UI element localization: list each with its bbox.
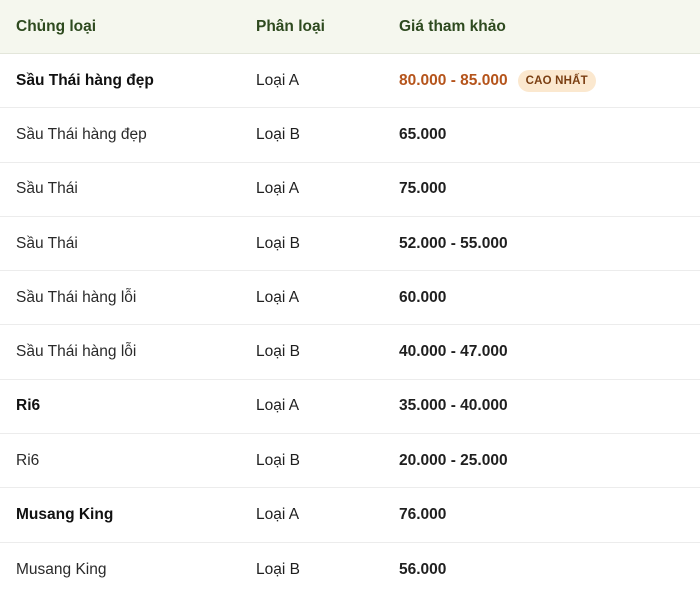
table-row: Sầu Thái hàng đẹp Loại B 65.000 (0, 108, 700, 163)
row-name: Sầu Thái hàng lỗi (16, 288, 137, 306)
header-type: Chủng loại (16, 17, 97, 35)
row-class: Loại A (256, 506, 300, 524)
table-row: Sầu Thái Loại A 75.000 (0, 163, 700, 217)
row-class: Loại A (256, 180, 300, 198)
header-price: Giá tham khảo (399, 17, 506, 35)
row-name: Ri6 (16, 451, 40, 469)
row-class: Loại B (256, 451, 300, 469)
row-price: 56.000 (399, 560, 447, 578)
table-row: Sầu Thái hàng đẹp Loại A 80.000 - 85.000… (0, 54, 700, 109)
row-name: Ri6 (16, 397, 41, 415)
header-class: Phân loại (256, 17, 325, 35)
row-price-cell: 80.000 - 85.000 CAO NHẤT (383, 54, 700, 107)
row-name: Musang King (16, 506, 114, 524)
row-class: Loại B (256, 560, 300, 578)
row-class: Loại A (256, 397, 300, 415)
price-table: Chủng loại Phân loại Giá tham khảo Sầu T… (0, 0, 700, 597)
table-row: Ri6 Loại A 35.000 - 40.000 (0, 380, 700, 435)
row-price: 40.000 - 47.000 (399, 343, 508, 361)
row-price: 75.000 (399, 180, 447, 198)
row-name: Musang King (16, 560, 107, 578)
table-row: Sầu Thái hàng lỗi Loại A 60.000 (0, 271, 700, 326)
row-class: Loại A (256, 288, 300, 306)
row-name: Sầu Thái hàng đẹp (16, 71, 154, 89)
table-row: Sầu Thái Loại B 52.000 - 55.000 (0, 217, 700, 272)
table-row: Sầu Thái hàng lỗi Loại B 40.000 - 47.000 (0, 325, 700, 380)
row-name: Sầu Thái hàng lỗi (16, 343, 137, 361)
row-price: 20.000 - 25.000 (399, 451, 508, 469)
row-price: 60.000 (399, 288, 447, 306)
row-class: Loại B (256, 343, 300, 361)
row-class: Loại A (256, 71, 300, 89)
row-price: 52.000 - 55.000 (399, 234, 508, 252)
row-class: Loại B (256, 234, 300, 252)
row-name: Sầu Thái (16, 234, 78, 252)
table-header: Chủng loại Phân loại Giá tham khảo (0, 0, 700, 54)
row-name: Sầu Thái hàng đẹp (16, 125, 147, 143)
row-price: 80.000 - 85.000 (399, 71, 508, 89)
row-price: 65.000 (399, 125, 447, 143)
highest-badge: CAO NHẤT (517, 69, 596, 92)
table-row: Musang King Loại B 56.000 (0, 543, 700, 597)
table-row: Musang King Loại A 76.000 (0, 488, 700, 543)
row-price: 76.000 (399, 506, 447, 524)
row-name: Sầu Thái (16, 180, 78, 198)
row-price: 35.000 - 40.000 (399, 397, 508, 415)
table-row: Ri6 Loại B 20.000 - 25.000 (0, 434, 700, 489)
row-class: Loại B (256, 125, 300, 143)
